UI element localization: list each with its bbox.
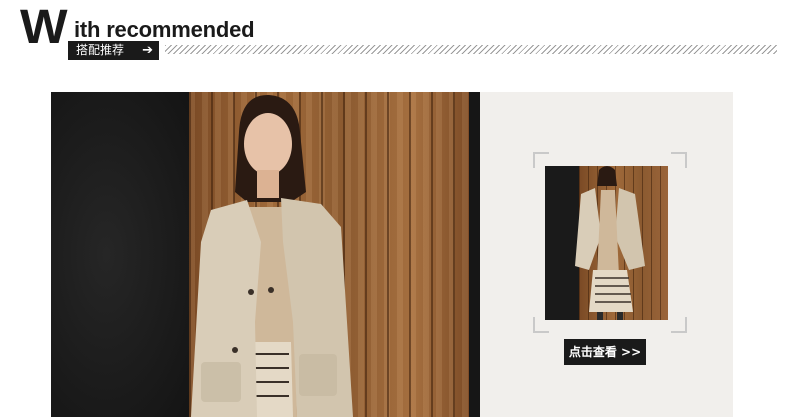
hatch-divider bbox=[165, 45, 777, 54]
view-details-button[interactable]: 点击查看 >> bbox=[564, 339, 646, 365]
main-product-photo[interactable] bbox=[51, 92, 480, 417]
frame-corner bbox=[671, 152, 687, 168]
section-subtitle-tag: 搭配推荐 ➔ bbox=[68, 41, 159, 60]
section-header: W ith recommended 搭配推荐 ➔ bbox=[0, 0, 790, 70]
model-thumbnail-icon bbox=[575, 166, 645, 320]
model-photo-icon bbox=[191, 94, 353, 417]
title-initial: W bbox=[20, 1, 68, 54]
frame-corner bbox=[671, 317, 687, 333]
product-thumbnail[interactable] bbox=[545, 166, 668, 320]
section-subtitle: 搭配推荐 bbox=[76, 43, 125, 57]
arrow-right-icon: ➔ bbox=[142, 43, 153, 58]
section-title: ith recommended bbox=[74, 17, 255, 42]
